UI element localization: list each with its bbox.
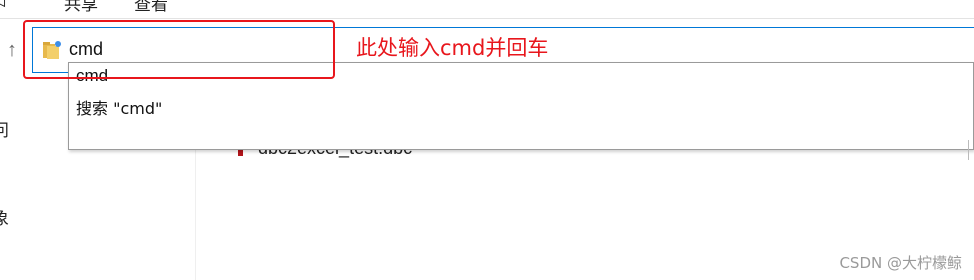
column-divider[interactable] (968, 140, 969, 160)
autocomplete-item-search[interactable]: 搜索 "cmd" (76, 95, 162, 119)
ribbon-tab-left-partial[interactable]: ◁ (0, 0, 5, 10)
up-arrow-icon[interactable]: ↑ (2, 38, 22, 62)
watermark: CSDN @大柠檬鲸 (839, 254, 962, 272)
annotation-highlight-box (23, 20, 335, 79)
nav-item-partial-1[interactable]: 问 (0, 116, 9, 141)
tab-share[interactable]: 共享 (64, 0, 98, 15)
ribbon: ◁ 共享 查看 (0, 0, 974, 19)
tab-view[interactable]: 查看 (134, 0, 168, 15)
nav-item-partial-2[interactable]: 象 (0, 204, 9, 229)
annotation-text: 此处输入cmd并回车 (356, 36, 549, 60)
